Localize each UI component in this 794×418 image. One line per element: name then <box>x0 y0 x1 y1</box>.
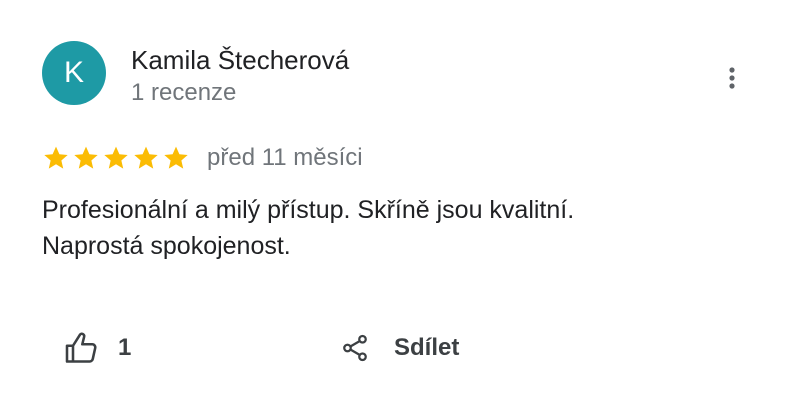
rating-row: před 11 měsíci <box>42 142 363 174</box>
review-card: K Kamila Štecherová 1 recenze před 11 mě… <box>0 0 794 418</box>
review-text-line: Naprostá spokojenost. <box>42 232 291 260</box>
like-count: 1 <box>118 334 132 361</box>
review-text-line: Profesionální a milý přístup. Skříně jso… <box>42 196 575 224</box>
star-rating <box>42 144 190 172</box>
author-review-count[interactable]: 1 recenze <box>131 78 236 108</box>
star-icon <box>164 146 188 169</box>
share-button[interactable]: Sdílet <box>340 326 459 370</box>
thumb-up-icon <box>65 332 97 363</box>
author-name[interactable]: Kamila Štecherová <box>131 44 349 76</box>
more-vert-icon <box>729 67 735 89</box>
star-icon <box>104 146 128 169</box>
like-button[interactable]: 1 <box>64 326 131 370</box>
star-icon <box>44 146 68 169</box>
more-options-button[interactable] <box>716 58 748 98</box>
share-icon <box>343 334 367 362</box>
star-icon <box>134 146 158 169</box>
star-icon <box>74 146 98 169</box>
review-time: před 11 měsíci <box>207 144 363 171</box>
review-text: Profesionální a milý přístup. Skříně jso… <box>42 192 762 264</box>
share-label: Sdílet <box>394 334 460 361</box>
avatar[interactable]: K <box>42 41 106 105</box>
